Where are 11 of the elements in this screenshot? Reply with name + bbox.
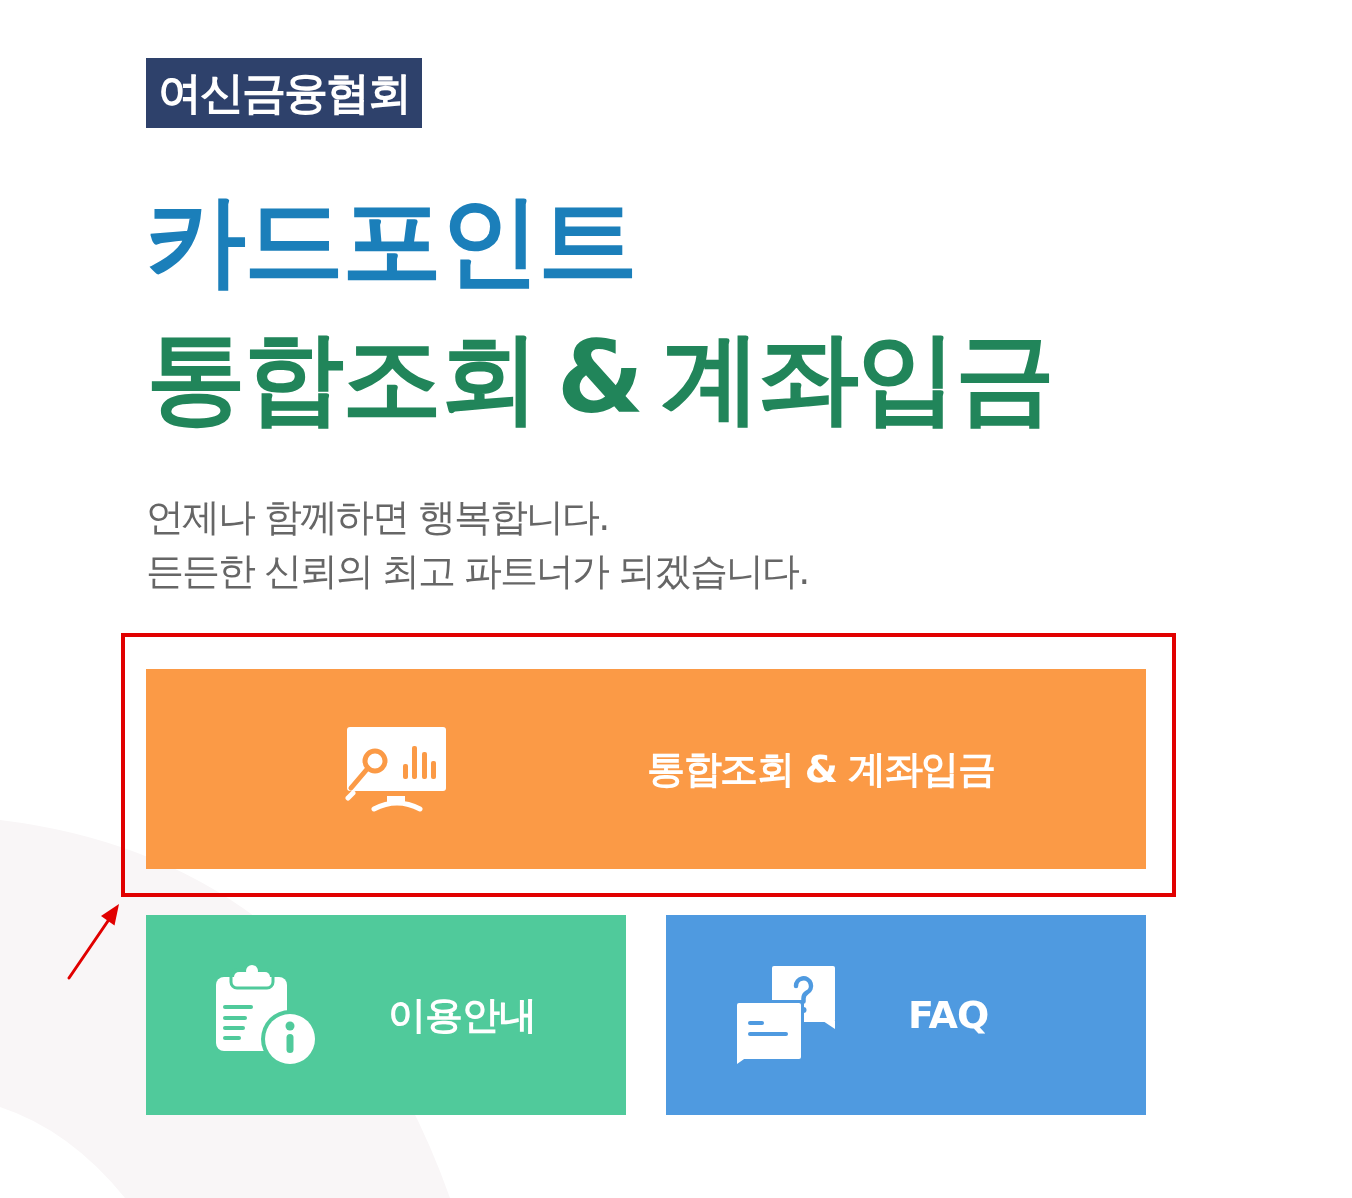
faq-button[interactable]: FAQ — [666, 915, 1146, 1115]
inquiry-deposit-button[interactable]: 통합조회 & 계좌입금 — [146, 669, 1146, 869]
guide-button[interactable]: 이용안내 — [146, 915, 626, 1115]
tagline-text: 든든한 신뢰의 최고 파트너가 되겠습니다. — [146, 548, 809, 595]
clipboard-info-icon — [215, 965, 316, 1065]
title-text: 통합조회 & 계좌입금 — [146, 318, 1053, 438]
title-text: 카드포인트 — [146, 181, 636, 301]
tagline-text: 언제나 함께하면 행복합니다. — [146, 494, 609, 541]
organization-badge: 여신금융협회 — [146, 58, 422, 128]
chat-question-icon — [735, 965, 836, 1065]
monitor-chart-icon — [345, 726, 447, 812]
